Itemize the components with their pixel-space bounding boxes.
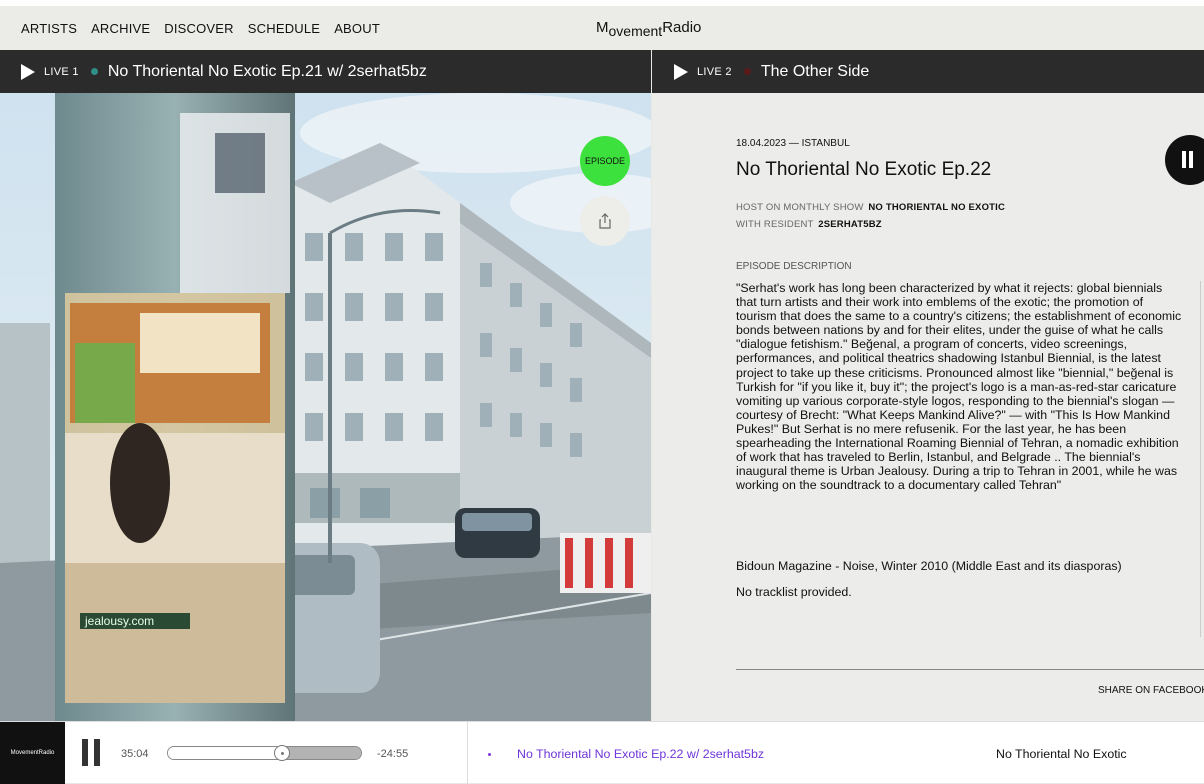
host-line: HOST ON MONTHLY SHOW NO THORIENTAL NO EX… [736, 202, 1005, 213]
live-1-title[interactable]: No Thoriental No Exotic Ep.21 w/ 2serhat… [108, 63, 427, 81]
poster-text: jealousy.com [84, 614, 154, 628]
nav-archive[interactable]: ARCHIVE [91, 21, 150, 36]
divider [467, 722, 468, 784]
share-button[interactable] [580, 196, 630, 246]
resident-link[interactable]: 2SERHAT5BZ [818, 219, 882, 230]
street-photo: jealousy.com [0, 93, 651, 721]
now-playing-show[interactable]: No Thoriental No Exotic [996, 747, 1127, 761]
live-1-label: LIVE 1 [44, 65, 79, 78]
nav-about[interactable]: ABOUT [334, 21, 380, 36]
share-on-facebook-button[interactable]: SHARE ON FACEBOOK [1098, 685, 1204, 696]
episode-detail-panel: 18.04.2023 — ISTANBUL No Thoriental No E… [652, 93, 1204, 721]
player-logo[interactable]: MovementRadio [0, 722, 65, 784]
main-menu: ARTISTS ARCHIVE DISCOVER SCHEDULE ABOUT [21, 21, 380, 36]
seek-fill [168, 747, 282, 759]
episode-artwork: jealousy.com [0, 93, 651, 721]
live-status-dot [90, 68, 98, 75]
site-logo[interactable]: MovementRadio [596, 19, 701, 39]
seek-bar[interactable] [167, 745, 362, 761]
live-2-bar[interactable]: LIVE 2 The Other Side [652, 50, 1204, 93]
share-icon [599, 213, 611, 229]
resident-line: WITH RESIDENT 2SERHAT5BZ [736, 219, 882, 230]
elapsed-time: 35:04 [121, 748, 149, 760]
description-label: EPISODE DESCRIPTION [736, 261, 852, 272]
tracklist-note: No tracklist provided. [736, 585, 852, 599]
top-navigation: ARTISTS ARCHIVE DISCOVER SCHEDULE ABOUT … [0, 0, 1204, 50]
pause-icon[interactable] [80, 739, 102, 766]
side-edge [1200, 281, 1204, 637]
live-2-label: LIVE 2 [697, 65, 732, 78]
pause-icon[interactable] [1165, 135, 1204, 185]
nav-schedule[interactable]: SCHEDULE [248, 21, 320, 36]
episode-title: No Thoriental No Exotic Ep.22 [736, 159, 992, 180]
live-1-bar[interactable]: LIVE 1 No Thoriental No Exotic Ep.21 w/ … [0, 50, 651, 93]
show-link[interactable]: NO THORIENTAL NO EXOTIC [868, 202, 1005, 213]
nav-discover[interactable]: DISCOVER [164, 21, 234, 36]
episode-button[interactable]: EPISODE [580, 136, 630, 186]
seek-remaining [282, 747, 361, 759]
resident-prefix: WITH RESIDENT [736, 219, 814, 230]
host-prefix: HOST ON MONTHLY SHOW [736, 202, 864, 213]
description-source: Bidoun Magazine - Noise, Winter 2010 (Mi… [736, 559, 1122, 573]
divider [736, 669, 1204, 670]
remaining-time: -24:55 [377, 748, 409, 760]
seek-handle[interactable] [274, 745, 290, 761]
play-icon[interactable] [21, 63, 35, 80]
bottom-player: MovementRadio 35:04 -24:55 No Thoriental… [0, 721, 1204, 784]
now-playing-dot [488, 753, 491, 756]
live-2-title[interactable]: The Other Side [761, 63, 870, 81]
episode-description: "Serhat's work has long been characteriz… [736, 281, 1182, 493]
nav-artists[interactable]: ARTISTS [21, 21, 77, 36]
now-playing-title[interactable]: No Thoriental No Exotic Ep.22 w/ 2serhat… [517, 747, 764, 761]
episode-date: 18.04.2023 — ISTANBUL [736, 138, 850, 149]
play-icon[interactable] [674, 63, 688, 80]
live-status-dot [743, 68, 751, 75]
